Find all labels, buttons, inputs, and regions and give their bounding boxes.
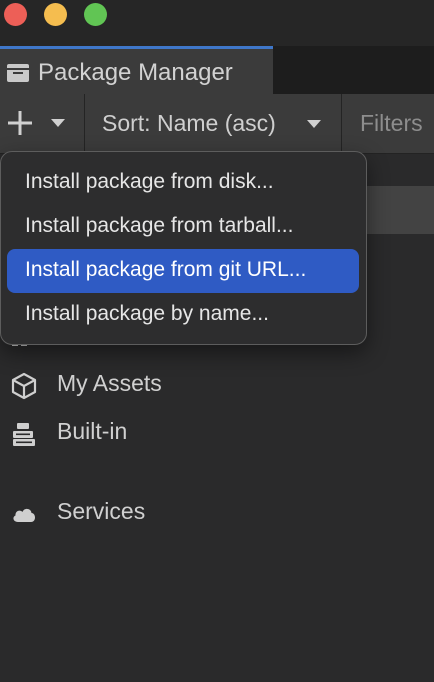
sort-dropdown[interactable]: Sort: Name (asc) <box>86 94 342 153</box>
chevron-down-icon <box>51 119 65 127</box>
sidebar-item-label: Built-in <box>57 418 128 444</box>
add-package-menu: Install package from disk... Install pac… <box>0 151 367 345</box>
window-icon <box>7 64 29 82</box>
menu-item-install-from-git-url[interactable]: Install package from git URL... <box>7 249 359 293</box>
menu-item-label: Install package by name... <box>25 302 269 325</box>
menu-item-install-by-name[interactable]: Install package by name... <box>7 293 359 337</box>
tab-package-manager[interactable]: Package Manager <box>0 46 273 94</box>
cloud-icon <box>13 508 35 522</box>
toolbar: Sort: Name (asc) Filters <box>0 94 434 154</box>
menu-item-install-from-disk[interactable]: Install package from disk... <box>7 161 359 205</box>
menu-item-label: Install package from tarball... <box>25 214 294 237</box>
plus-icon <box>8 111 32 135</box>
sidebar-item-my-assets[interactable]: My Assets <box>0 366 434 406</box>
sidebar-item-label: Services <box>57 498 146 524</box>
menu-item-label: Install package from disk... <box>25 170 274 193</box>
tab-label: Package Manager <box>38 59 233 86</box>
filters-dropdown[interactable]: Filters <box>360 110 423 137</box>
tab-strip: Package Manager <box>0 46 434 94</box>
close-window-button[interactable] <box>4 3 27 26</box>
sort-label: Sort: Name (asc) <box>102 110 276 136</box>
menu-item-label: Install package from git URL... <box>25 258 307 281</box>
sidebar-item-label: My Assets <box>57 370 162 396</box>
minimize-window-button[interactable] <box>44 3 67 26</box>
menu-item-install-from-tarball[interactable]: Install package from tarball... <box>7 205 359 249</box>
package-stack-icon <box>13 423 35 446</box>
cube-icon <box>11 372 37 400</box>
window-titlebar <box>0 0 434 46</box>
add-package-button[interactable] <box>0 94 85 153</box>
sidebar-item-services[interactable]: Services <box>0 494 434 534</box>
chevron-down-icon <box>307 120 321 128</box>
zoom-window-button[interactable] <box>84 3 107 26</box>
sidebar-item-built-in[interactable]: Built-in <box>0 414 434 454</box>
